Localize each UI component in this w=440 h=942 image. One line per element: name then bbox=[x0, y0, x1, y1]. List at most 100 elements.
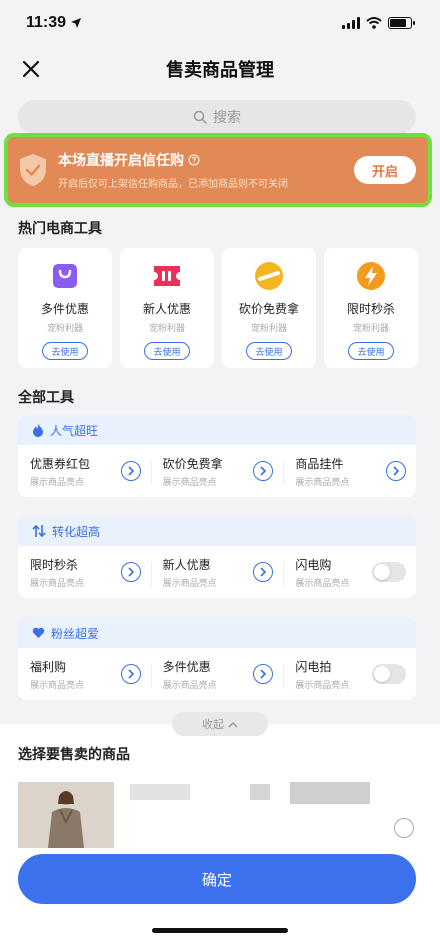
tool-name: 砍价免费拿 bbox=[162, 456, 223, 471]
tool-group-fans: 粉丝超爱 福利购展示商品亮点 多件优惠展示商品亮点 闪电拍展示商品亮点 bbox=[18, 618, 416, 700]
chevron-right-icon[interactable] bbox=[120, 562, 141, 582]
product-select-radio[interactable] bbox=[394, 818, 414, 838]
tool-item[interactable]: 多件优惠展示商品亮点 bbox=[150, 658, 284, 691]
search-placeholder: 搜索 bbox=[213, 110, 241, 126]
hot-tool-card[interactable]: 砍价免费拿 宠粉利器 去使用 bbox=[222, 248, 316, 368]
hot-tool-name: 限时秒杀 bbox=[346, 302, 395, 316]
location-arrow-icon bbox=[71, 18, 82, 28]
tool-name: 商品挂件 bbox=[295, 456, 344, 471]
group-tools: 限时秒杀展示商品亮点 新人优惠展示商品亮点 闪电购展示商品亮点 bbox=[18, 546, 416, 598]
tool-sub: 展示商品亮点 bbox=[162, 477, 217, 488]
close-icon bbox=[22, 60, 40, 78]
tool-group-popular: 人气超旺 优惠券红包展示商品亮点 砍价免费拿展示商品亮点 商品挂件展示商品亮点 bbox=[18, 415, 416, 497]
trust-purchase-banner: 本场直播开启信任购 开启后仅可上架信任购商品，已添加商品则不可关闭 开启 bbox=[4, 133, 432, 207]
hot-tool-sub: 宠粉利器 bbox=[352, 324, 389, 334]
chevron-right-icon[interactable] bbox=[253, 461, 274, 481]
hot-tool-card[interactable]: 限时秒杀 宠粉利器 去使用 bbox=[324, 248, 418, 368]
page-title: 售卖商品管理 bbox=[166, 60, 274, 81]
tool-item: 闪电拍 展示商品亮点 bbox=[283, 658, 416, 691]
search-icon bbox=[193, 110, 207, 124]
tool-item: 闪电购 展示商品亮点 bbox=[283, 556, 416, 589]
enable-trust-button[interactable]: 开启 bbox=[354, 156, 416, 184]
use-button[interactable]: 去使用 bbox=[246, 342, 292, 360]
hot-tool-card[interactable]: 多件优惠 宠粉利器 去使用 bbox=[18, 248, 112, 368]
use-button[interactable]: 去使用 bbox=[144, 342, 190, 360]
status-time: 11:39 bbox=[26, 14, 82, 32]
tool-name: 新人优惠 bbox=[162, 557, 211, 572]
tool-name: 限时秒杀 bbox=[30, 557, 79, 572]
flash-auction-toggle[interactable] bbox=[372, 664, 407, 684]
hot-tool-sub: 宠粉利器 bbox=[46, 324, 83, 334]
hot-tool-name: 多件优惠 bbox=[40, 302, 89, 316]
group-header: 人气超旺 bbox=[18, 415, 416, 445]
tool-sub: 展示商品亮点 bbox=[162, 680, 217, 691]
collapse-button[interactable]: 收起 bbox=[172, 712, 268, 736]
tool-name: 多件优惠 bbox=[162, 659, 211, 674]
shopping-bag-icon bbox=[49, 260, 81, 292]
heart-icon bbox=[32, 627, 45, 638]
tool-group-conversion: 转化超高 限时秒杀展示商品亮点 新人优惠展示商品亮点 闪电购展示商品亮点 bbox=[18, 516, 416, 598]
status-icons bbox=[342, 17, 415, 29]
tool-name: 闪电购 bbox=[295, 557, 332, 572]
tool-sub: 展示商品亮点 bbox=[295, 578, 350, 589]
use-button[interactable]: 去使用 bbox=[348, 342, 394, 360]
product-info-placeholder bbox=[250, 784, 270, 800]
updown-arrows-icon bbox=[32, 524, 46, 538]
shield-check-icon bbox=[20, 154, 46, 186]
hot-tool-sub: 宠粉利器 bbox=[250, 324, 287, 334]
cellular-signal-icon bbox=[342, 17, 360, 29]
hot-tool-card[interactable]: 新人优惠 宠粉利器 去使用 bbox=[120, 248, 214, 368]
product-info-placeholder bbox=[290, 782, 370, 804]
tool-item[interactable]: 限时秒杀展示商品亮点 bbox=[18, 556, 151, 589]
group-header: 转化超高 bbox=[18, 516, 416, 546]
help-icon[interactable] bbox=[188, 154, 200, 166]
trust-title: 本场直播开启信任购 bbox=[58, 150, 354, 170]
chevron-right-icon[interactable] bbox=[120, 664, 141, 684]
group-tools: 优惠券红包展示商品亮点 砍价免费拿展示商品亮点 商品挂件展示商品亮点 bbox=[18, 445, 416, 497]
hot-tool-name: 砍价免费拿 bbox=[238, 302, 299, 316]
search-input[interactable]: 搜索 bbox=[18, 100, 416, 134]
tool-item[interactable]: 福利购 展示商品亮点 bbox=[18, 658, 151, 691]
confirm-button[interactable]: 确定 bbox=[18, 854, 416, 904]
tool-sub: 展示商品亮点 bbox=[162, 578, 217, 589]
product-section: 选择要售卖的商品 bbox=[0, 724, 440, 942]
tool-name: 福利购 bbox=[30, 659, 67, 674]
group-title: 人气超旺 bbox=[50, 423, 99, 438]
tool-item[interactable]: 砍价免费拿展示商品亮点 bbox=[150, 455, 284, 488]
use-button[interactable]: 去使用 bbox=[42, 342, 88, 360]
tool-name: 闪电拍 bbox=[295, 659, 332, 674]
trust-title-text: 本场直播开启信任购 bbox=[58, 153, 184, 169]
chevron-right-icon[interactable] bbox=[120, 461, 141, 481]
tool-item[interactable]: 新人优惠展示商品亮点 bbox=[150, 556, 284, 589]
lightning-icon bbox=[355, 260, 387, 292]
chevron-right-icon[interactable] bbox=[386, 461, 407, 481]
ticket-icon bbox=[151, 260, 183, 292]
coin-icon bbox=[253, 260, 285, 292]
wifi-icon bbox=[366, 17, 382, 29]
tool-sub: 展示商品亮点 bbox=[295, 680, 350, 691]
tool-sub: 展示商品亮点 bbox=[295, 477, 350, 488]
nav-bar: 售卖商品管理 bbox=[0, 46, 440, 92]
group-tools: 福利购展示商品亮点 多件优惠展示商品亮点 闪电拍展示商品亮点 bbox=[18, 648, 416, 700]
chevron-right-icon[interactable] bbox=[253, 562, 274, 582]
tool-item[interactable]: 商品挂件展示商品亮点 bbox=[283, 455, 416, 488]
tool-name: 优惠券红包 bbox=[30, 456, 91, 471]
collapse-label: 收起 bbox=[202, 718, 224, 731]
close-button[interactable] bbox=[18, 56, 44, 82]
trust-text: 本场直播开启信任购 开启后仅可上架信任购商品，已添加商品则不可关闭 bbox=[58, 150, 354, 190]
product-section-title: 选择要售卖的商品 bbox=[18, 747, 130, 763]
hot-tools-title: 热门电商工具 bbox=[18, 221, 102, 237]
hot-tools-list: 多件优惠 宠粉利器 去使用 新人优惠 宠粉利器 去使用 砍价免费拿 宠粉利器 去… bbox=[18, 248, 418, 368]
product-info-placeholder bbox=[130, 784, 190, 800]
group-title: 粉丝超爱 bbox=[51, 626, 100, 641]
tool-item[interactable]: 优惠券红包展示商品亮点 bbox=[18, 455, 151, 488]
status-bar: 11:39 bbox=[0, 0, 440, 46]
chevron-right-icon[interactable] bbox=[253, 664, 274, 684]
tool-sub: 展示商品亮点 bbox=[30, 578, 85, 589]
tool-sub: 展示商品亮点 bbox=[30, 680, 85, 691]
home-indicator bbox=[152, 928, 288, 933]
status-time-text: 11:39 bbox=[26, 14, 67, 31]
tool-sub: 展示商品亮点 bbox=[30, 477, 85, 488]
flash-buy-toggle[interactable] bbox=[372, 562, 407, 582]
hot-tool-name: 新人优惠 bbox=[142, 302, 191, 316]
